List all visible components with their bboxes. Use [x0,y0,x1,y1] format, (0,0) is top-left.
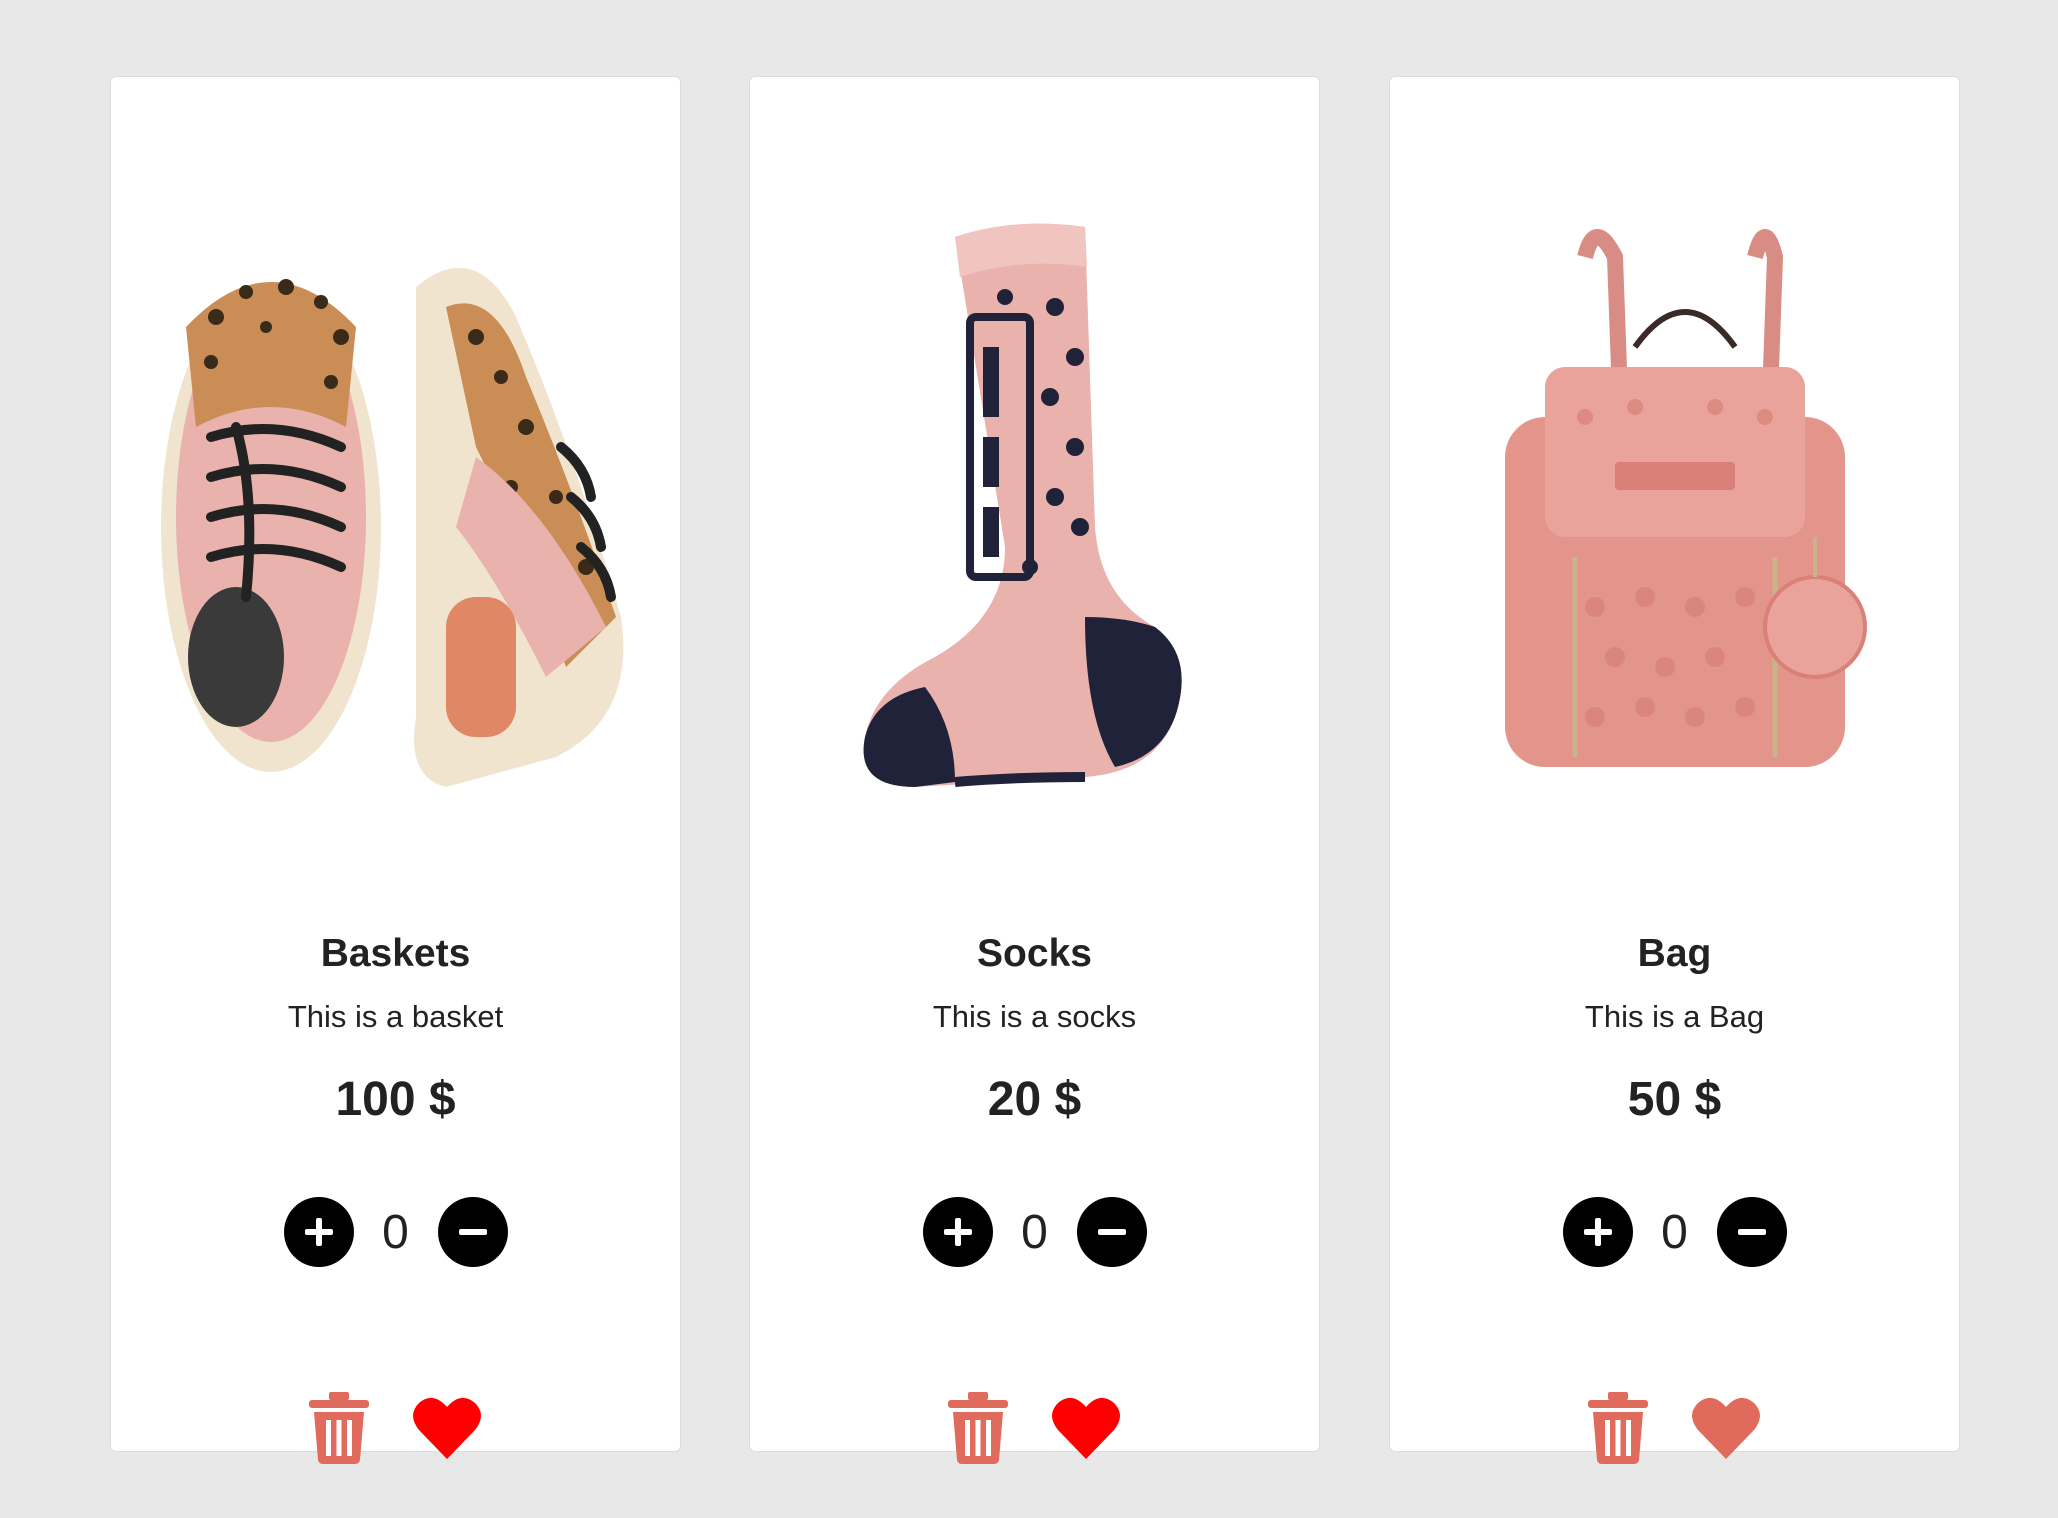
increment-button[interactable] [283,1197,354,1267]
product-price: 50 $ [1627,1073,1722,1126]
quantity-stepper: 0 [750,1197,1319,1267]
minus-icon [1097,1229,1126,1235]
decrement-button[interactable] [437,1197,508,1267]
product-description: This is a basket [287,999,504,1034]
card-actions [111,1392,680,1464]
decrement-button[interactable] [1076,1197,1147,1267]
product-image [750,137,1319,897]
decrement-button[interactable] [1716,1197,1787,1267]
delete-button[interactable] [1587,1392,1648,1464]
heart-icon [1051,1397,1120,1459]
product-card: Baskets This is a basket 100 $ 0 [110,76,681,1464]
minus-icon [1737,1229,1766,1235]
quantity-value: 0 [1661,1205,1688,1259]
product-card: Bag This is a Bag 50 $ 0 [1389,76,1960,1464]
heart-icon [412,1397,481,1459]
minus-icon [458,1229,487,1235]
trash-icon [308,1392,369,1464]
sneakers-image [160,267,623,787]
quantity-stepper: 0 [1390,1197,1959,1267]
heart-icon [1691,1397,1760,1459]
quantity-stepper: 0 [111,1197,680,1267]
plus-icon [1583,1218,1612,1246]
product-title: Socks [977,932,1092,975]
product-card: Socks This is a socks 20 $ 0 [749,76,1320,1464]
quantity-value: 0 [1021,1205,1048,1259]
plus-icon [943,1218,972,1246]
product-price: 100 $ [335,1073,456,1126]
card-actions [750,1392,1319,1464]
like-button[interactable] [1050,1395,1122,1461]
product-price: 20 $ [987,1073,1082,1126]
increment-button[interactable] [1562,1197,1633,1267]
sock-image [863,223,1182,787]
product-title: Baskets [320,932,471,975]
product-image [111,137,680,897]
increment-button[interactable] [922,1197,993,1267]
trash-icon [1587,1392,1648,1464]
card-actions [1390,1392,1959,1464]
plus-icon [304,1218,333,1246]
product-description: This is a socks [932,999,1137,1034]
product-title: Bag [1637,932,1712,975]
like-button[interactable] [411,1395,483,1461]
delete-button[interactable] [308,1392,369,1464]
trash-icon [947,1392,1008,1464]
quantity-value: 0 [382,1205,409,1259]
delete-button[interactable] [947,1392,1008,1464]
product-description: This is a Bag [1584,999,1765,1034]
backpack-image [1504,229,1867,767]
like-button[interactable] [1690,1395,1762,1461]
product-image [1390,137,1959,897]
